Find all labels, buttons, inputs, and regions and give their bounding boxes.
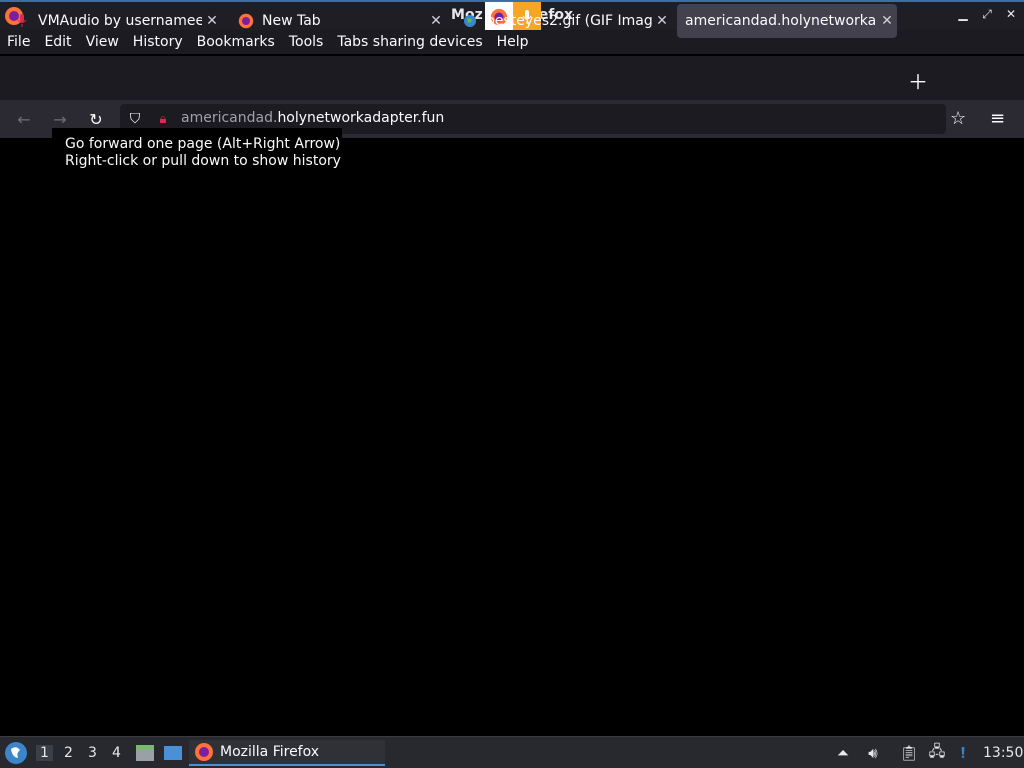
globe-icon	[462, 13, 478, 29]
tab-americandad[interactable]: americandad.holynetworkad ✕	[677, 4, 897, 38]
tab-new-tab[interactable]: New Tab ✕	[228, 4, 446, 38]
workspace-4[interactable]: 4	[112, 745, 121, 761]
lock-icon[interactable]: 🔒︎	[152, 108, 174, 130]
desktop-icon[interactable]	[162, 742, 184, 764]
file-manager-icon[interactable]	[134, 742, 156, 764]
tab-strip	[0, 56, 1024, 100]
volume-icon[interactable]: 🔊︎	[862, 742, 884, 764]
new-tab-button[interactable]: ＋	[908, 66, 928, 95]
notification-icon[interactable]: ❗︎	[952, 742, 974, 764]
workspace-1[interactable]: 1	[36, 745, 53, 761]
url-text[interactable]: americandad.holynetworkadapter.fun	[181, 110, 444, 126]
forward-button[interactable]: →	[49, 108, 71, 130]
tray-up-icon[interactable]: ⏶	[834, 742, 852, 764]
page-content[interactable]	[0, 138, 1024, 736]
start-menu-icon[interactable]	[4, 741, 28, 765]
network-icon[interactable]: 🖧	[926, 742, 948, 764]
arrow-right-icon: →	[53, 109, 67, 129]
restore-button[interactable]: ⤢	[980, 7, 994, 22]
workspace-3[interactable]: 3	[88, 745, 97, 761]
tab-besteyes[interactable]: besteyes2.gif (GIF Image ✕	[452, 4, 672, 38]
reload-button[interactable]: ↻	[85, 108, 107, 130]
close-button[interactable]: ✕	[1004, 7, 1018, 22]
back-button[interactable]: ←	[13, 108, 35, 130]
workspace-2[interactable]: 2	[64, 745, 73, 761]
tab-close-icon[interactable]: ✕	[652, 13, 672, 29]
tab-vmaudio[interactable]: VMAudio by usernamee ✕	[4, 4, 222, 38]
reload-icon: ↻	[89, 109, 103, 129]
taskbar-firefox[interactable]: Mozilla Firefox	[189, 740, 385, 766]
firefox-icon	[195, 743, 213, 761]
bookmark-star-icon[interactable]: ☆	[950, 108, 966, 129]
tab-close-icon[interactable]: ✕	[202, 13, 222, 29]
tab-close-icon[interactable]: ✕	[877, 13, 897, 29]
minimize-button[interactable]: ▁	[956, 7, 970, 22]
hamburger-menu-icon[interactable]: ≡	[990, 108, 1005, 129]
arrow-left-icon: ←	[17, 109, 31, 129]
tab-close-icon[interactable]: ✕	[426, 13, 446, 29]
firefox-icon	[238, 13, 254, 29]
shield-icon[interactable]: ⛉	[124, 108, 146, 130]
clipboard-icon[interactable]: 📋︎	[898, 742, 920, 764]
clock[interactable]: 13:50	[983, 745, 1023, 761]
microphone-icon	[14, 13, 30, 29]
forward-tooltip: Go forward one page (Alt+Right Arrow) Ri…	[52, 128, 342, 176]
